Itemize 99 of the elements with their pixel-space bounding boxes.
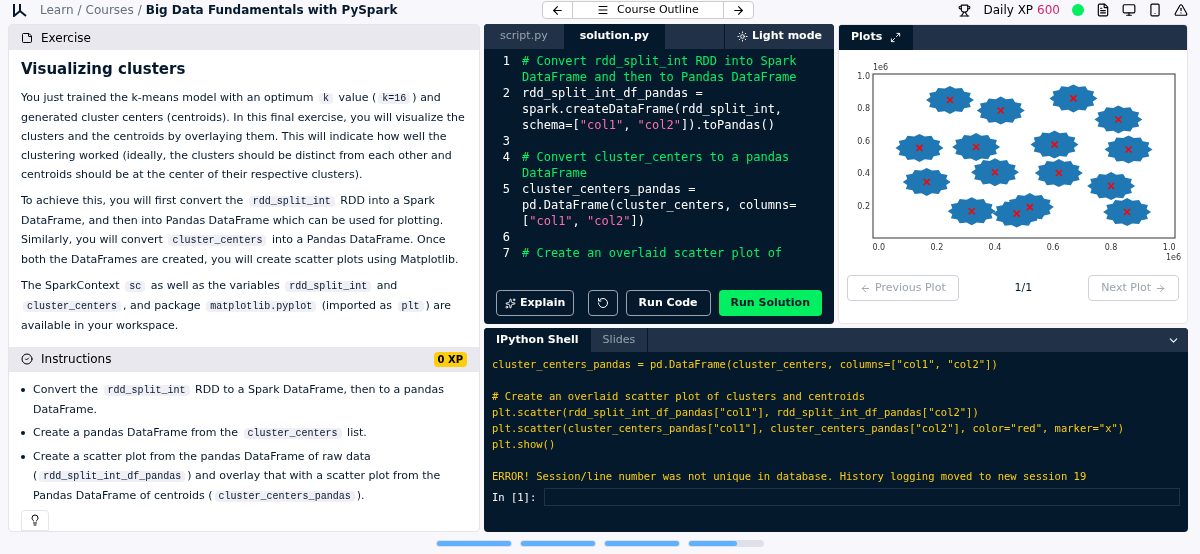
axis-tick-label: 0.4 xyxy=(857,169,870,179)
lightbulb-icon xyxy=(29,514,41,527)
explain-button[interactable]: Explain xyxy=(496,290,575,316)
axis-tick-label: 0.4 xyxy=(988,243,1002,252)
axis-tick-label: 0.8 xyxy=(1104,243,1118,252)
instruction-item: Create a scatter plot from the pandas DataFrame of raw data ( rdd_split_int_df_pandas ) and overlay that with a scatter plot from the Pandas DataFrame of centroids ( cluster_centers_pandas ). xyxy=(33,448,442,504)
code-line: rdd_split_int_df_pandas = spark.createDataFrame(rdd_split_int, schema=["col1", "col2"]).toPandas() xyxy=(522,85,784,133)
hint-button[interactable] xyxy=(21,509,49,531)
line-number: 4 xyxy=(501,149,511,166)
logo-icon[interactable] xyxy=(12,3,28,17)
axis-tick-label: 1.0 xyxy=(1162,243,1176,252)
xp-badge: 0 XP xyxy=(433,351,467,367)
line-number: 7 xyxy=(501,245,511,261)
shell-output-line: cluster_centers_pandas = pd.DataFrame(cluster_centers, columns=["col1", "col2"]) xyxy=(492,357,999,372)
panel-title: Instructions xyxy=(41,351,112,369)
centroid-marker xyxy=(1050,140,1059,149)
shell-tab[interactable]: IPython Shell xyxy=(484,328,591,352)
line-number: 3 xyxy=(501,133,511,149)
shell-output-line: plt.scatter(cluster_centers_pandas["col1"], cluster_centers_pandas["col2"], color="red", marker="x") xyxy=(492,421,1126,436)
shell-output-line: ERROR! Session/line number was not unique in database. History logging moved to new session 19 xyxy=(492,469,1088,484)
code-line: # Convert cluster_centers to a pandas DataFrame xyxy=(522,149,791,181)
instruction-item: Convert the rdd_split_int RDD to a Spark DataFrame, then to a pandas DataFrame. xyxy=(33,381,445,418)
centroid-marker xyxy=(1124,145,1133,154)
line-number: 1 xyxy=(501,53,511,70)
daily-xp-label: Daily XP xyxy=(983,2,1034,19)
arrow-left-icon xyxy=(860,282,871,294)
monitor-icon[interactable] xyxy=(1122,3,1136,17)
reset-button[interactable] xyxy=(587,290,618,316)
shell-input-field[interactable] xyxy=(544,488,1180,506)
expand-icon xyxy=(890,32,902,43)
axis-tick-label: 0.6 xyxy=(857,136,870,146)
shell-output-line: plt.show() xyxy=(492,437,557,452)
menu-icon xyxy=(597,4,609,16)
code-line: # Create an overlaid scatter plot of xyxy=(522,245,784,261)
exercise-title: Visualizing clusters xyxy=(21,59,187,81)
centroid-marker xyxy=(1013,209,1021,218)
bullet-icon xyxy=(21,454,25,459)
plots-tab[interactable]: Plots xyxy=(839,25,914,50)
centroid-marker xyxy=(946,96,954,104)
document-icon[interactable] xyxy=(1096,3,1110,17)
breadcrumb-separator: / xyxy=(77,2,82,19)
phone-icon[interactable] xyxy=(1148,3,1162,17)
daily-xp-value: 600 xyxy=(1037,2,1060,19)
plot-counter: 1/1 xyxy=(1014,279,1033,296)
code-line: cluster_centers_pandas = pd.DataFrame(cluster_centers, columns=["col1", "col2"]) xyxy=(522,181,798,229)
centroid-marker xyxy=(1114,115,1123,124)
breadcrumb-separator: / xyxy=(137,2,142,19)
check-circle-icon xyxy=(21,353,33,366)
breadcrumb-link[interactable]: Courses xyxy=(85,1,134,19)
centroid-marker xyxy=(1026,203,1034,211)
breadcrumb-link[interactable]: Learn xyxy=(40,1,74,19)
shell-output-line: plt.scatter(rdd_split_int_df_pandas["col1"], rdd_split_int_df_pandas["col2"]) xyxy=(492,405,980,420)
line-number: 2 xyxy=(501,85,511,102)
panel-title: Exercise xyxy=(41,29,91,47)
centroid-marker xyxy=(922,178,931,186)
centroid-marker xyxy=(915,144,924,152)
exercise-paragraph: The SparkContext sc as well as the variables rdd_split_int and cluster_centers , and package matplotlib.pyplot (imported as plt ) are available in your workspace. xyxy=(21,277,453,334)
line-number: 6 xyxy=(501,229,511,245)
warning-icon[interactable] xyxy=(1174,3,1188,17)
centroid-marker xyxy=(997,106,1005,115)
axis-tick-label: 0.8 xyxy=(857,104,870,114)
sparkle-icon xyxy=(505,297,516,309)
arrow-right-icon xyxy=(731,3,745,17)
centroid-marker xyxy=(968,207,976,215)
centroid-marker xyxy=(1055,169,1063,177)
light-mode-button[interactable]: Light mode xyxy=(724,24,834,49)
undo-icon xyxy=(596,297,609,309)
editor-tab[interactable]: script.py xyxy=(484,24,564,49)
centroid-marker xyxy=(1069,94,1078,103)
axis-tick-label: 0.2 xyxy=(930,243,944,252)
bullet-icon xyxy=(21,387,25,392)
arrow-left-icon xyxy=(551,3,564,17)
centroid-marker xyxy=(1123,208,1131,216)
run-solution-button[interactable]: Run Solution xyxy=(718,290,822,316)
centroid-marker xyxy=(1107,182,1115,190)
axis-offset-label: 1e6 xyxy=(873,63,889,72)
editor-tab[interactable]: solution.py xyxy=(563,24,665,49)
axis-tick-label: 0.0 xyxy=(872,243,886,252)
trophy-icon xyxy=(958,3,972,17)
shell-prompt: In [1]: xyxy=(492,490,537,505)
code-line: # Convert rdd_split_int RDD into Spark DataFrame and then to Pandas DataFrame xyxy=(522,53,798,85)
breadcrumb-link[interactable]: Big Data Fundamentals with PySpark xyxy=(145,1,398,19)
sun-icon xyxy=(737,31,749,42)
arrow-right-icon xyxy=(1155,282,1166,294)
line-number: 5 xyxy=(501,181,511,198)
run-code-button[interactable]: Run Code xyxy=(625,290,711,316)
axis-tick-label: 0.2 xyxy=(857,201,870,211)
axis-offset-label: 1e6 xyxy=(1165,253,1181,262)
shell-output-line: # Create an overlaid scatter plot of clusters and centroids xyxy=(492,389,866,404)
axis-tick-label: 1.0 xyxy=(857,71,870,81)
centroid-marker xyxy=(991,168,999,176)
exercise-paragraph: To achieve this, you will first convert the rdd_split_int RDD into a Spark DataFrame, and then into Pandas DataFrame which can be used for plotting. Similarly, you will convert cluster_centers into a Pandas DataFrame. Once both the DataFrames are created, you will create scatter plots using Matplotlib. xyxy=(21,192,460,268)
note-icon xyxy=(21,31,33,44)
exercise-paragraph: You just trained the k-means model with an optimum k value ( k=16 ) and generated cluster centers (centroids). In this final exercise, you will visualize the clusters and the centroids by overlaying them. This will indicate how well the clustering worked (ideally, the clusters should be distinct from each other and centroids should be at the center of their respective clusters). xyxy=(21,89,466,183)
bullet-icon xyxy=(21,430,25,435)
axis-tick-label: 0.6 xyxy=(1046,243,1060,252)
shell-tab[interactable]: Slides xyxy=(590,328,649,352)
instruction-item: Create a pandas DataFrame from the cluster_centers list. xyxy=(33,424,367,441)
centroid-marker xyxy=(972,143,980,151)
